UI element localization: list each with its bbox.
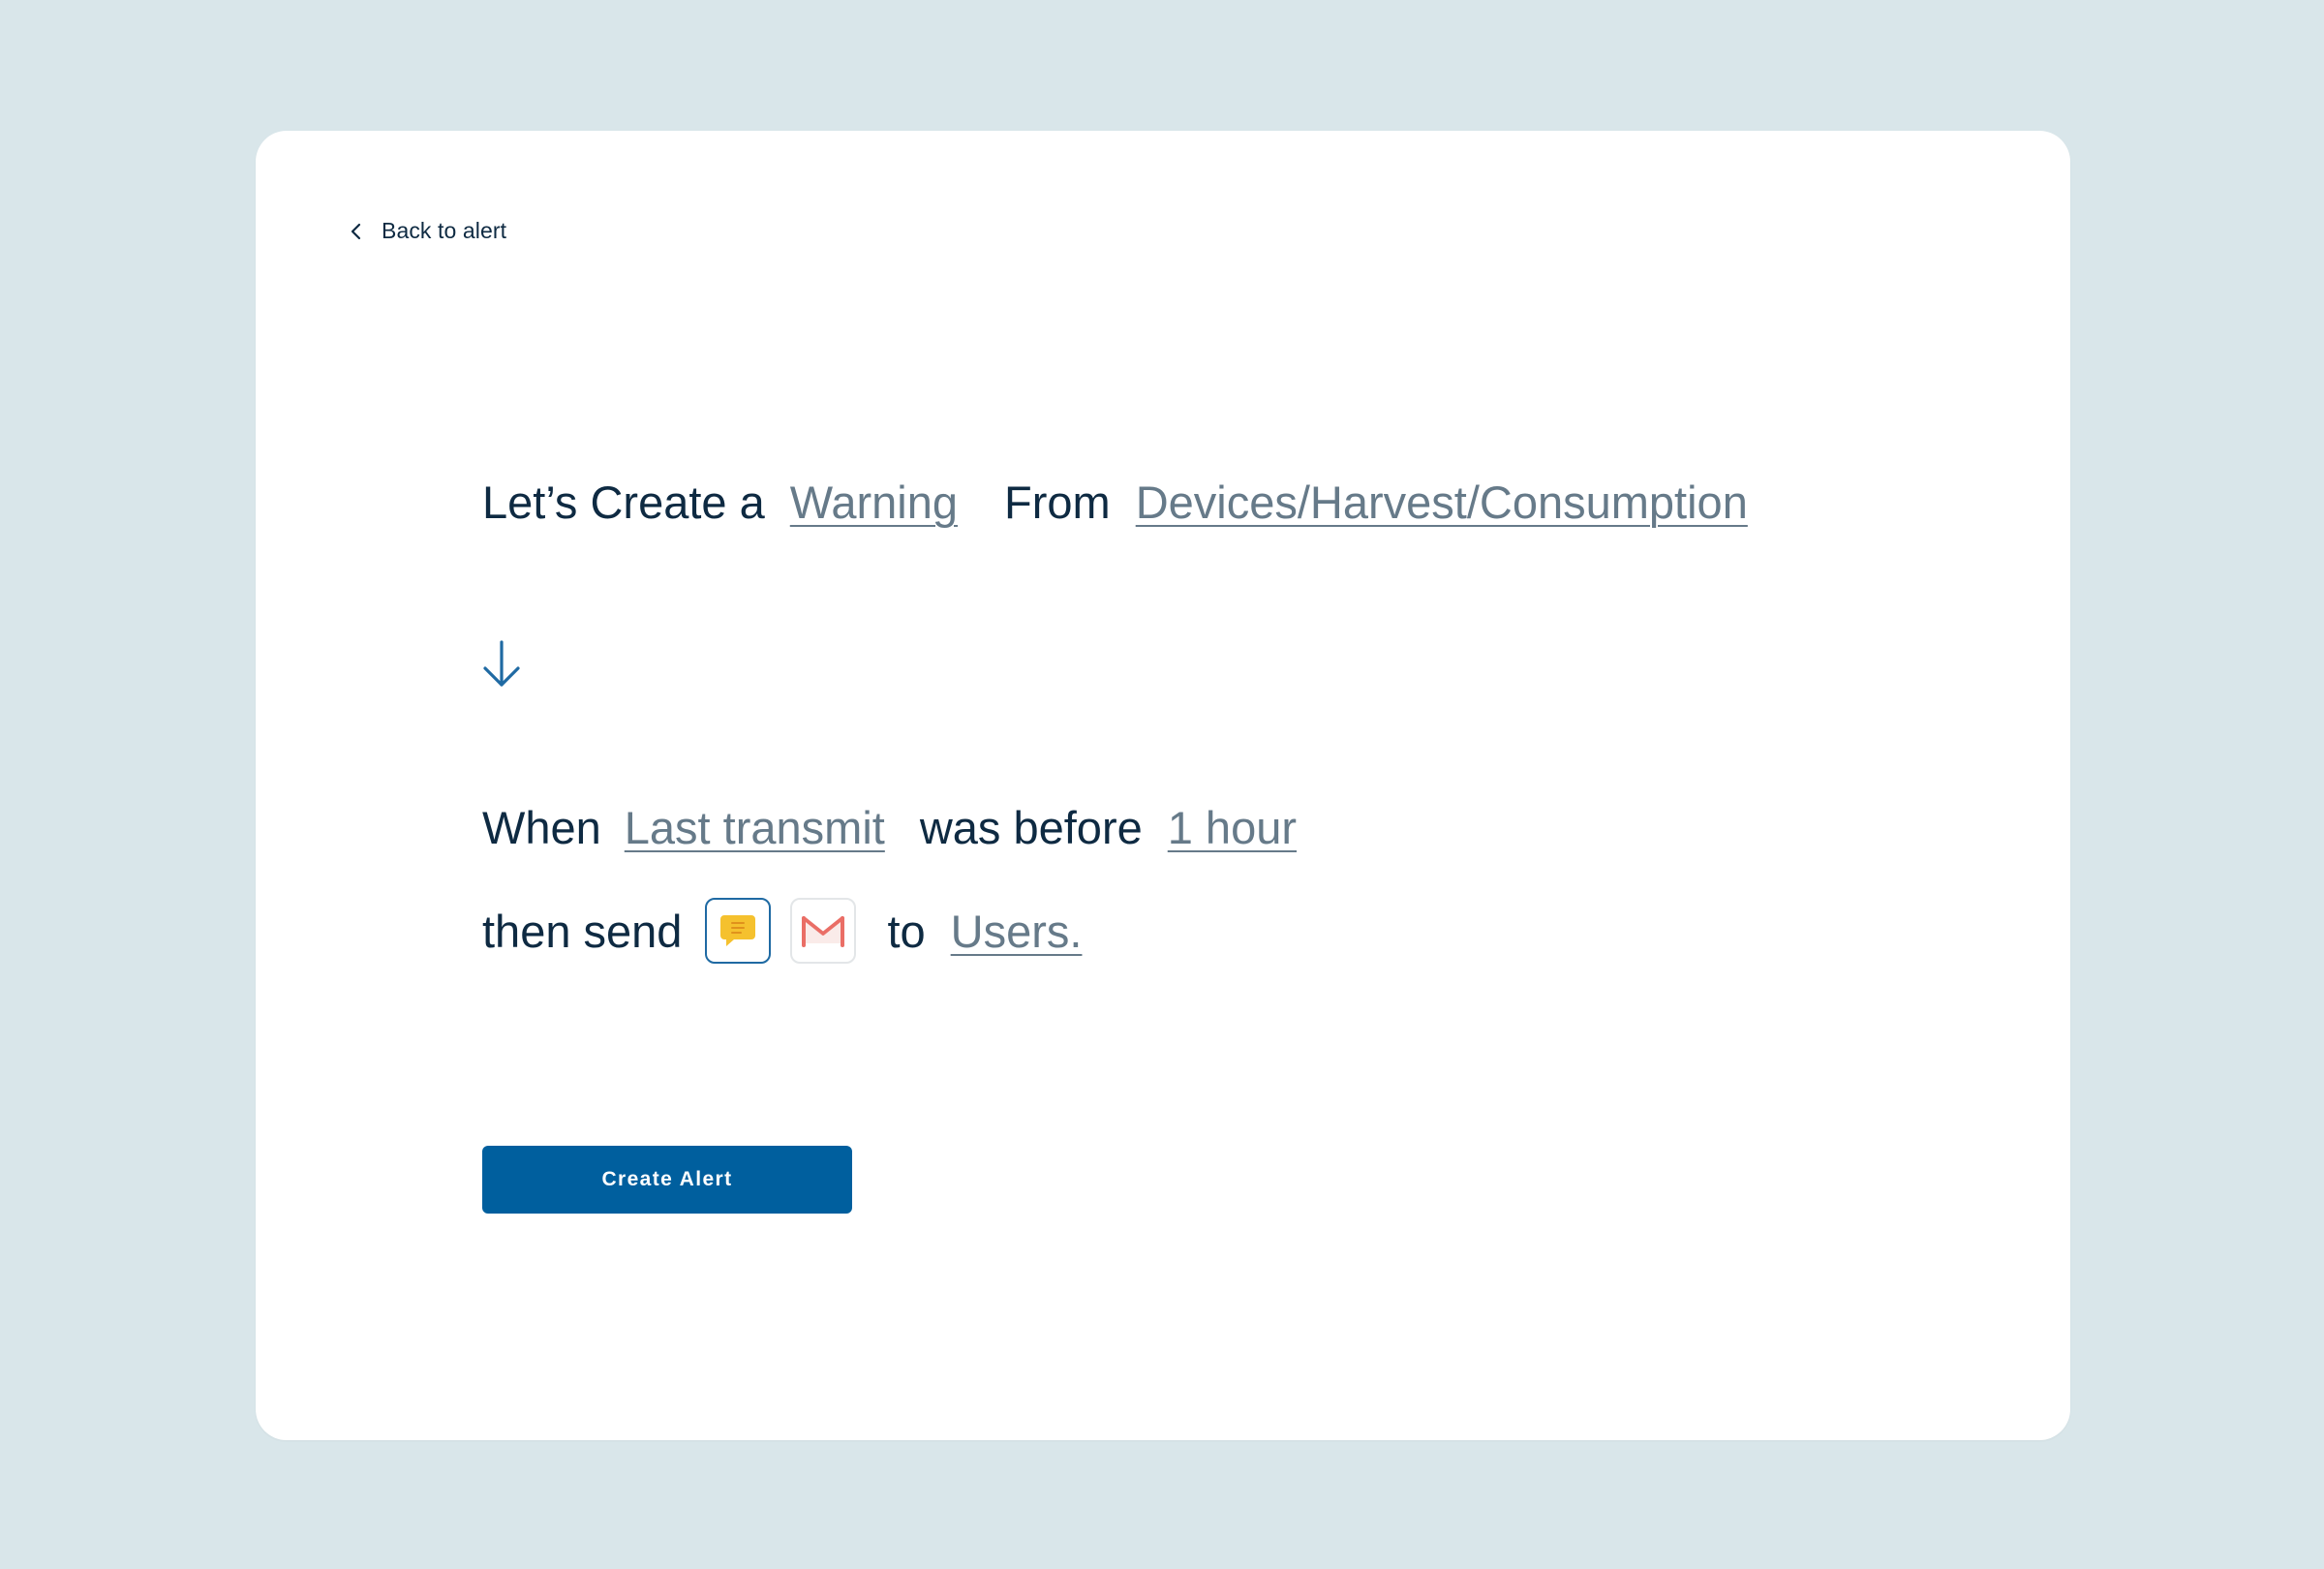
- chat-channel-button[interactable]: [705, 898, 772, 964]
- back-to-alert-link[interactable]: Back to alert: [349, 218, 506, 244]
- arrow-down-icon: [483, 640, 520, 687]
- alert-type-sentence: Let’s Create a Warning From Devices/Harv…: [482, 479, 1748, 525]
- to-text: to: [887, 905, 926, 957]
- intro-text: Let’s Create a: [482, 477, 765, 528]
- when-text: When: [482, 802, 601, 853]
- action-sentence: then send to Users.: [482, 898, 1082, 964]
- condition-sentence: When Last transmit was before 1 hour: [482, 805, 1297, 850]
- condition-field-selector[interactable]: Last transmit: [625, 805, 885, 850]
- create-alert-button[interactable]: Create Alert: [482, 1146, 852, 1214]
- source-selector[interactable]: Devices/Harvest/Consumption: [1136, 479, 1748, 525]
- then-send-text: then send: [482, 905, 683, 957]
- recipients-selector[interactable]: Users.: [951, 908, 1083, 954]
- alert-builder-card: Back to alert Let’s Create a Warning Fro…: [256, 131, 2070, 1440]
- chevron-left-icon: [351, 223, 361, 239]
- email-channel-button[interactable]: [790, 898, 857, 964]
- back-link-label: Back to alert: [382, 218, 507, 243]
- gmail-icon: [802, 916, 845, 947]
- from-text: From: [1004, 477, 1111, 528]
- alert-type-selector[interactable]: Warning: [790, 479, 958, 525]
- chat-message-icon: [720, 915, 756, 946]
- operator-text: was before: [919, 802, 1143, 853]
- threshold-selector[interactable]: 1 hour: [1168, 805, 1297, 850]
